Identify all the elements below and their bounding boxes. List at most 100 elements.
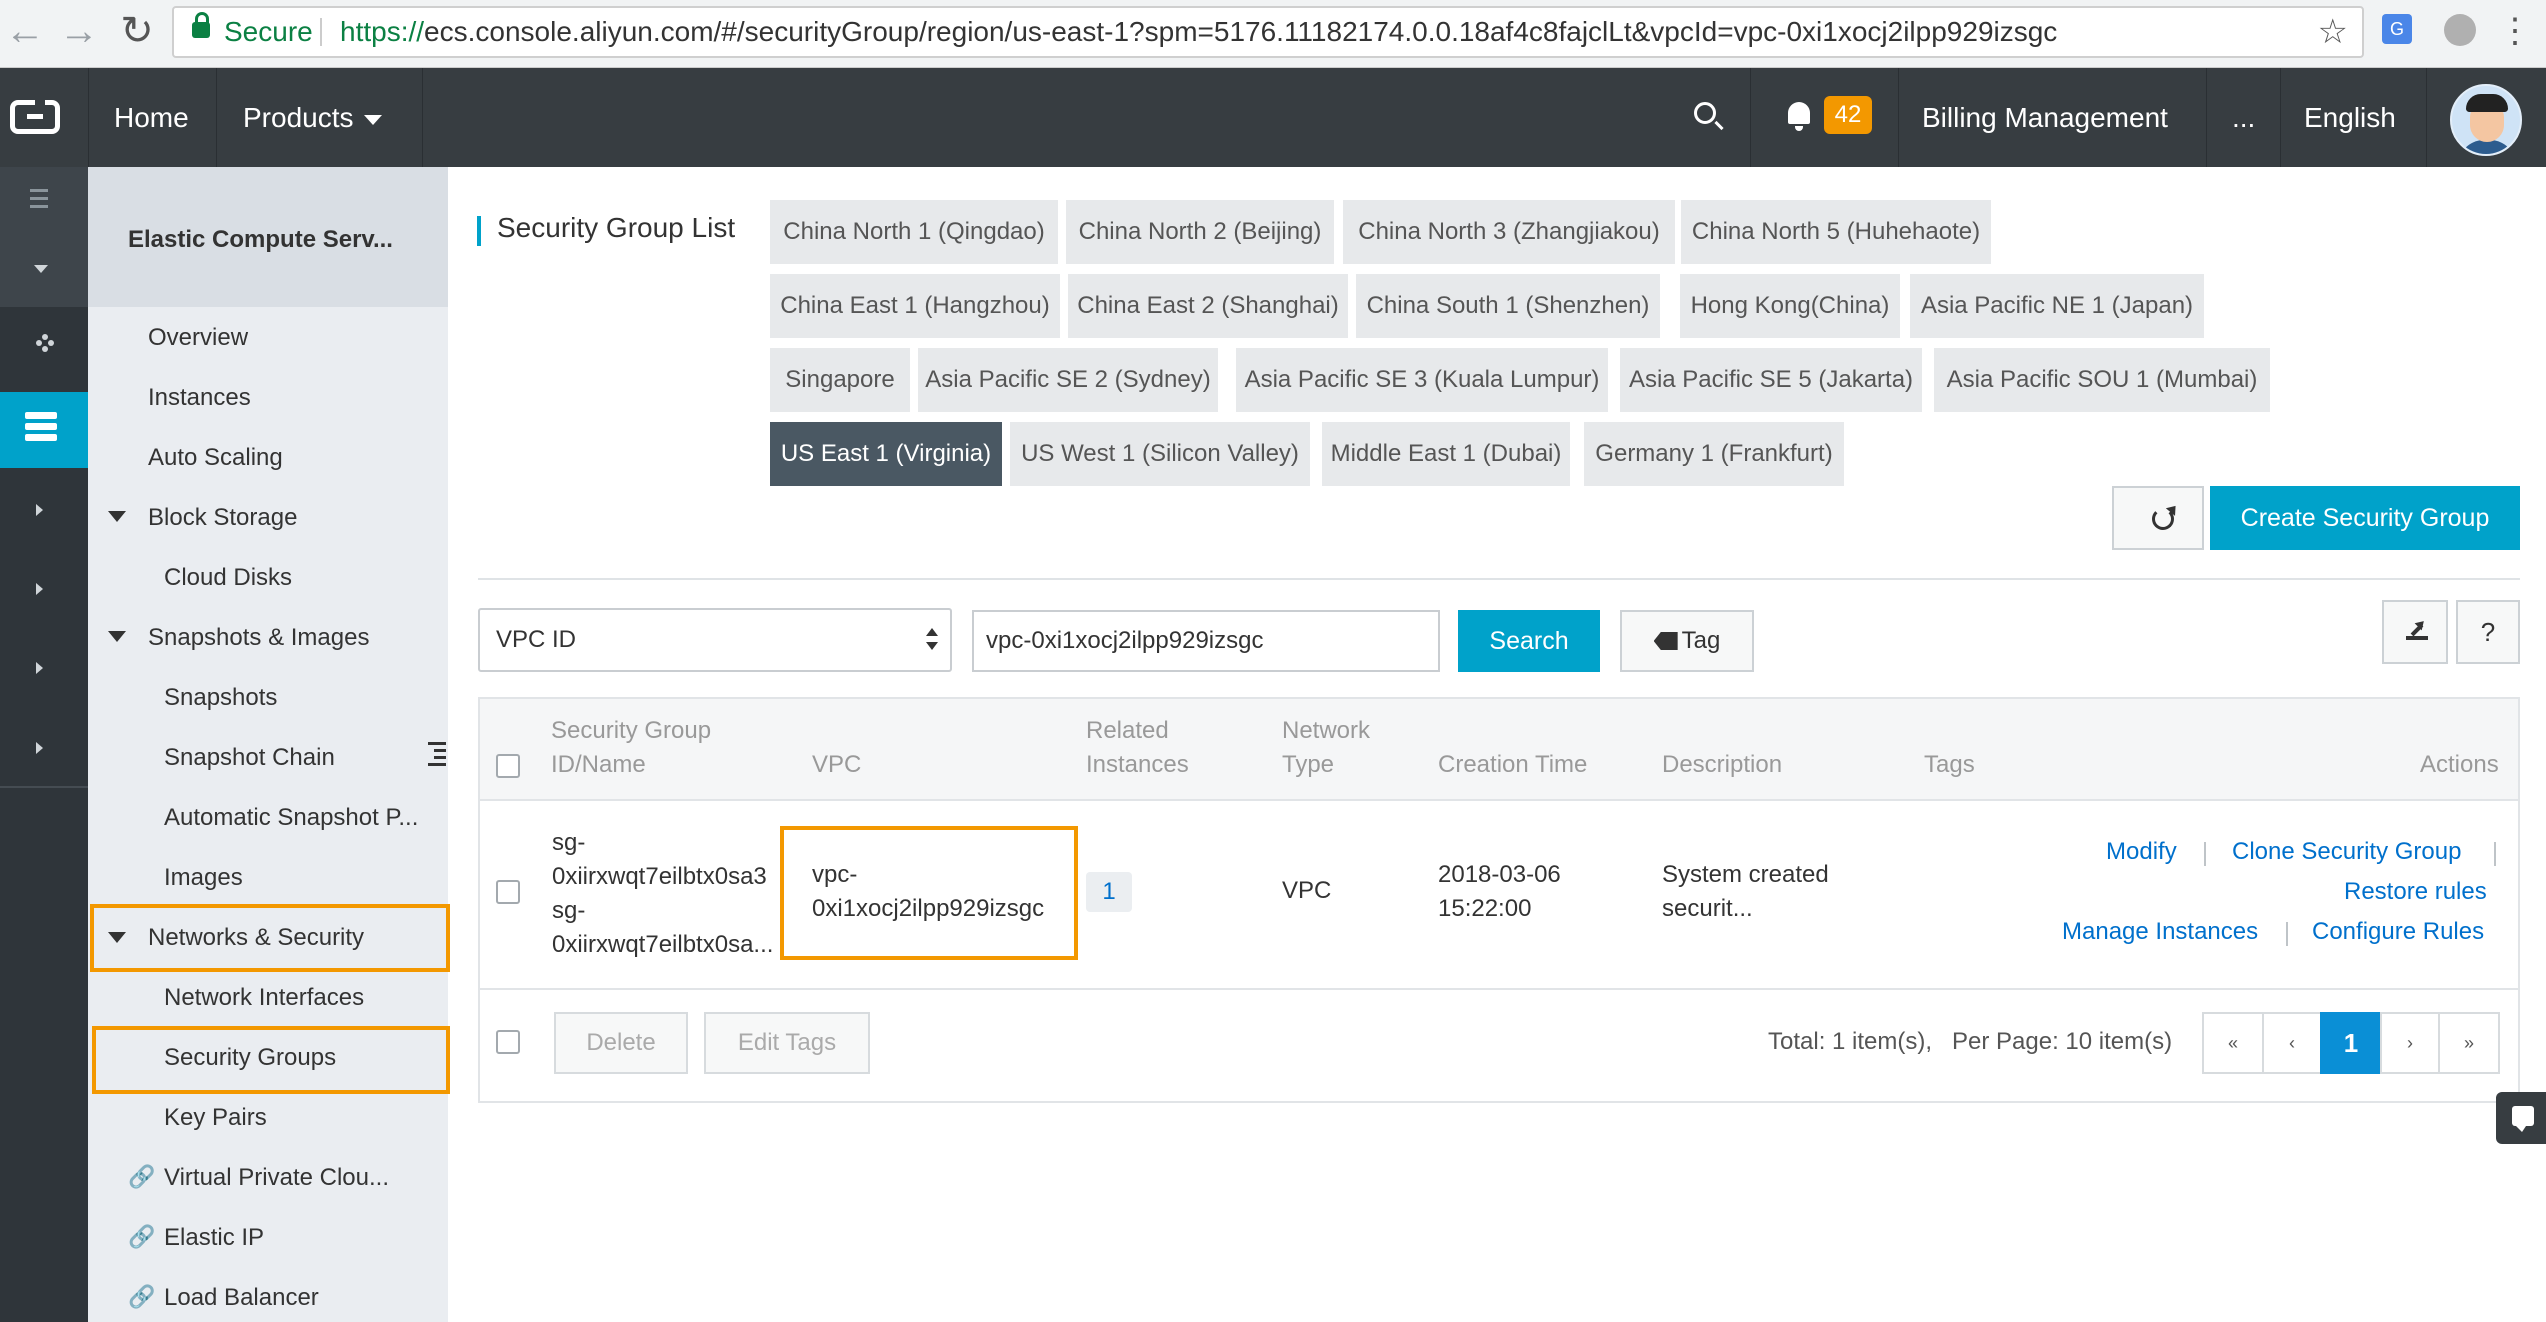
sidebar-item-snapshots[interactable]: Snapshots — [164, 678, 277, 718]
table-footer-divider — [480, 988, 2518, 990]
region-tab-active[interactable]: US East 1 (Virginia) — [770, 422, 1002, 486]
server-icon — [25, 412, 57, 419]
tag-filter-button[interactable]: Tag — [1620, 610, 1754, 672]
region-tab[interactable]: China North 3 (Zhangjiakou) — [1343, 200, 1675, 264]
bell-icon[interactable] — [1788, 102, 1810, 131]
pager-current[interactable]: 1 — [2320, 1012, 2382, 1074]
pager-prev[interactable]: ‹ — [2262, 1012, 2322, 1074]
rail-collapse-chevron-icon[interactable] — [34, 265, 48, 273]
home-link[interactable]: Home — [114, 68, 189, 167]
pager-first[interactable]: « — [2202, 1012, 2264, 1074]
notification-badge[interactable]: 42 — [1824, 96, 1872, 134]
sidebar-item-instances[interactable]: Instances — [148, 378, 251, 418]
filter-value-input[interactable]: vpc-0xi1xocj2ilpp929izsgc — [972, 610, 1440, 672]
rail-item-chevron-icon[interactable] — [36, 742, 43, 754]
region-tab[interactable]: Asia Pacific SE 2 (Sydney) — [918, 348, 1218, 412]
select-all-checkbox[interactable] — [496, 754, 520, 778]
create-security-group-button[interactable]: Create Security Group — [2210, 486, 2520, 550]
delete-button[interactable]: Delete — [554, 1012, 688, 1074]
clone-security-group-link[interactable]: Clone Security Group — [2232, 838, 2461, 866]
rail-item-chevron-icon[interactable] — [36, 504, 43, 516]
filter-type-select[interactable]: VPC ID — [478, 608, 952, 672]
configure-rules-link[interactable]: Configure Rules — [2312, 918, 2484, 946]
browser-menu-icon[interactable]: ⋮ — [2498, 6, 2532, 56]
region-tab[interactable]: China North 2 (Beijing) — [1066, 200, 1334, 264]
refresh-button[interactable] — [2112, 486, 2204, 550]
header-divider — [2426, 68, 2427, 167]
pager-last[interactable]: » — [2438, 1012, 2500, 1074]
rail-item-ecs[interactable] — [0, 392, 88, 468]
row-checkbox[interactable] — [496, 880, 520, 904]
bookmark-star-icon[interactable]: ☆ — [2318, 8, 2348, 56]
security-group-id-name[interactable]: sg- 0xiirxwqt7eilbtx0sa3 sg- 0xiirxwqt7e… — [552, 826, 773, 962]
sidebar-item-overview[interactable]: Overview — [148, 318, 248, 358]
edit-tags-button[interactable]: Edit Tags — [704, 1012, 870, 1074]
region-tab[interactable]: Asia Pacific SE 3 (Kuala Lumpur) — [1236, 348, 1608, 412]
sidebar-item-automatic-snapshot-policies[interactable]: Automatic Snapshot P... — [164, 798, 418, 838]
billing-management-link[interactable]: Billing Management — [1922, 68, 2168, 167]
footer-select-all-checkbox[interactable] — [496, 1030, 520, 1054]
region-tab[interactable]: US West 1 (Silicon Valley) — [1010, 422, 1310, 486]
search-button[interactable]: Search — [1458, 610, 1600, 672]
sidebar-item-cloud-disks[interactable]: Cloud Disks — [164, 558, 292, 598]
sidebar-item-auto-scaling[interactable]: Auto Scaling — [148, 438, 283, 478]
region-tab[interactable]: China North 5 (Huhehaote) — [1681, 200, 1991, 264]
translate-extension-icon[interactable]: G — [2382, 14, 2412, 44]
more-menu[interactable]: ... — [2232, 68, 2255, 167]
sidebar-item-network-interfaces[interactable]: Network Interfaces — [164, 978, 364, 1018]
manage-instances-link[interactable]: Manage Instances — [2062, 918, 2258, 946]
restore-rules-link[interactable]: Restore rules — [2344, 878, 2487, 906]
products-menu[interactable]: Products — [243, 68, 382, 167]
address-bar[interactable]: Secure https://ecs.console.aliyun.com/#/… — [172, 6, 2364, 58]
extension-icon[interactable] — [2444, 14, 2476, 46]
sidebar-item-snapshot-chain[interactable]: Snapshot Chain — [164, 738, 335, 778]
region-tab[interactable]: Germany 1 (Frankfurt) — [1584, 422, 1844, 486]
sidebar-item-elastic-ip[interactable]: Elastic IP — [164, 1218, 264, 1258]
related-instances-count[interactable]: 1 — [1086, 872, 1132, 912]
modify-link[interactable]: Modify — [2106, 838, 2177, 866]
action-separator — [2204, 842, 2206, 866]
sidebar-group-networks-security[interactable]: Networks & Security — [148, 918, 364, 958]
region-tab[interactable]: Hong Kong(China) — [1680, 274, 1900, 338]
rail-item-chevron-icon[interactable] — [36, 583, 43, 595]
external-link-icon: 🔗 — [128, 1224, 156, 1249]
products-label: Products — [243, 102, 354, 133]
rail-item-chevron-icon[interactable] — [36, 662, 43, 674]
caret-down-icon[interactable] — [108, 511, 126, 522]
sidebar-item-security-groups[interactable]: Security Groups — [164, 1038, 336, 1078]
caret-down-icon[interactable] — [108, 932, 126, 943]
help-button[interactable]: ? — [2456, 600, 2520, 664]
region-tab[interactable]: Asia Pacific SE 5 (Jakarta) — [1620, 348, 1922, 412]
export-button[interactable] — [2382, 600, 2448, 664]
url-text[interactable]: https://ecs.console.aliyun.com/#/securit… — [340, 8, 2057, 56]
search-icon[interactable] — [1694, 102, 1716, 124]
pager-next[interactable]: › — [2380, 1012, 2440, 1074]
caret-down-icon[interactable] — [108, 631, 126, 642]
forward-icon[interactable]: → — [54, 6, 104, 56]
feedback-chat-button[interactable] — [2496, 1092, 2546, 1144]
region-tab[interactable]: Asia Pacific SOU 1 (Mumbai) — [1934, 348, 2270, 412]
sidebar-item-key-pairs[interactable]: Key Pairs — [164, 1098, 267, 1138]
user-avatar[interactable] — [2450, 84, 2522, 156]
rail-item-apps[interactable] — [0, 310, 88, 388]
region-tab[interactable]: China East 1 (Hangzhou) — [770, 274, 1060, 338]
region-tab[interactable]: Singapore — [770, 348, 910, 412]
header-network-type: Network Type — [1282, 717, 1371, 778]
sidebar-group-block-storage[interactable]: Block Storage — [148, 498, 297, 538]
url-path: ecs.console.aliyun.com/#/securityGroup/r… — [424, 16, 2058, 47]
region-tab[interactable]: Asia Pacific NE 1 (Japan) — [1910, 274, 2204, 338]
language-selector[interactable]: English — [2304, 68, 2396, 167]
back-icon[interactable]: ← — [0, 6, 50, 56]
collapse-sidebar-icon[interactable] — [428, 742, 446, 766]
region-tab[interactable]: China North 1 (Qingdao) — [770, 200, 1058, 264]
region-tab[interactable]: Middle East 1 (Dubai) — [1322, 422, 1570, 486]
region-tab[interactable]: China East 2 (Shanghai) — [1068, 274, 1348, 338]
sidebar-item-images[interactable]: Images — [164, 858, 243, 898]
menu-toggle[interactable] — [0, 167, 88, 229]
aliyun-logo-icon[interactable] — [10, 99, 60, 134]
region-tab[interactable]: China South 1 (Shenzhen) — [1356, 274, 1660, 338]
sidebar-item-load-balancer[interactable]: Load Balancer — [164, 1278, 319, 1318]
reload-icon[interactable]: ↻ — [112, 6, 162, 56]
sidebar-group-snapshots-images[interactable]: Snapshots & Images — [148, 618, 369, 658]
sidebar-item-vpc[interactable]: Virtual Private Clou... — [164, 1158, 389, 1198]
